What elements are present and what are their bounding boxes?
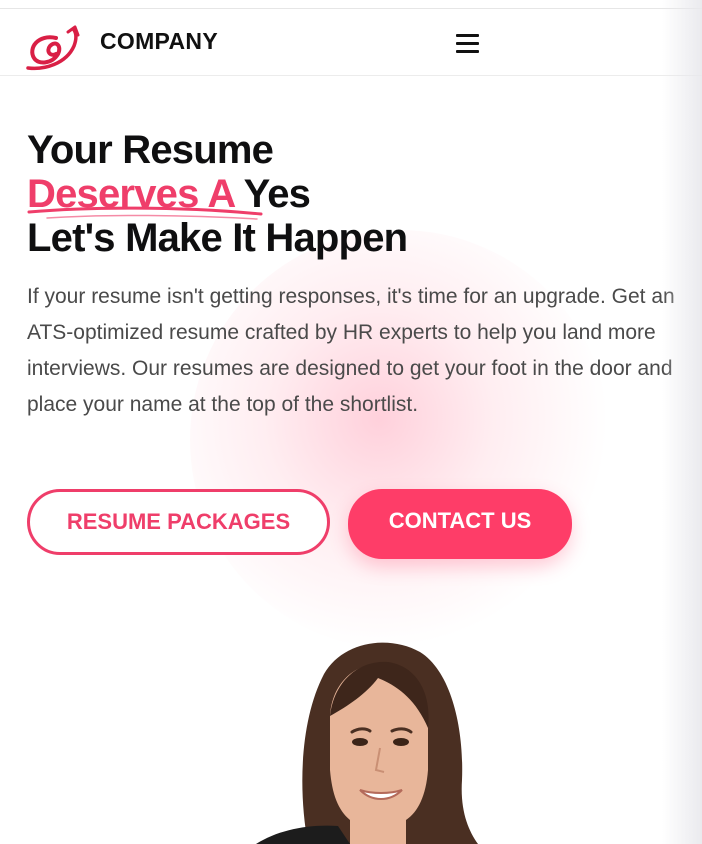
- woman-portrait-image: [256, 642, 478, 844]
- brand-name[interactable]: COMPANY: [100, 28, 218, 55]
- hero-description: If your resume isn't getting responses, …: [27, 285, 675, 416]
- accent-underline-swoosh: [27, 206, 263, 220]
- hero-title-line1: Your Resume: [27, 128, 274, 172]
- site-header: COMPANY: [0, 9, 702, 76]
- hero-title: Your Resume Deserves A Yes Let's Make It…: [27, 128, 408, 260]
- hero-title-line3: Let's Make It Happen: [27, 216, 408, 260]
- swirl-arrow-logo-icon[interactable]: [26, 24, 82, 72]
- resume-packages-button[interactable]: RESUME PACKAGES: [27, 489, 330, 555]
- top-border: [0, 0, 702, 9]
- contact-us-button[interactable]: CONTACT US: [348, 489, 572, 559]
- hamburger-menu-icon[interactable]: [456, 31, 480, 55]
